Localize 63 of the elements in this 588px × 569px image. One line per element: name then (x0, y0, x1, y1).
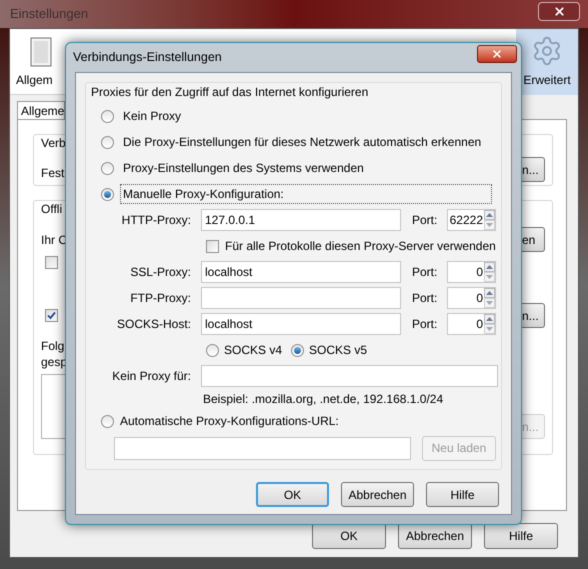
field-label: HTTP-Proxy: (120, 212, 191, 229)
toolbar-tab[interactable]: Erweitert (516, 29, 578, 95)
port-spinner[interactable]: 0 (447, 313, 496, 335)
proxy-host-field[interactable]: 127.0.0.1 (201, 209, 401, 231)
side-button[interactable]: n... (521, 157, 545, 182)
radio-label: SOCKS v4 (224, 342, 282, 359)
group-label: Proxies für den Zugriff auf das Internet konfigurieren (90, 84, 370, 101)
close-icon (491, 48, 503, 60)
option-text: Fest (41, 165, 64, 181)
checkbox-label: Für alle Protokolle diesen Proxy-Server verwenden (225, 238, 496, 255)
window-button[interactable]: Hilfe (484, 523, 558, 549)
dialog-title: Verbindungs-Einstellungen (73, 49, 223, 66)
radio-label: Automatische Proxy-Konfigurations-URL: (120, 413, 339, 430)
close-button[interactable] (477, 44, 517, 62)
dialog-button[interactable]: Hilfe (426, 482, 499, 507)
radio-button[interactable] (206, 344, 219, 356)
no-proxy-field[interactable] (201, 365, 498, 387)
port-spinner[interactable]: 0 (447, 261, 496, 283)
field-label: Port: (412, 212, 438, 229)
window-icon (30, 37, 52, 67)
close-button[interactable] (538, 2, 580, 20)
field-label: FTP-Proxy: (129, 290, 191, 307)
field-label: Kein Proxy für: (111, 368, 191, 385)
port-spinner[interactable]: 0 (447, 287, 496, 309)
proxy-host-field[interactable] (201, 287, 401, 309)
radio-button[interactable] (291, 344, 304, 356)
window-button[interactable]: OK (312, 523, 386, 549)
option-text: Offli (41, 201, 64, 217)
proxy-host-field[interactable]: localhost (201, 313, 401, 335)
checkbox[interactable] (45, 256, 58, 269)
proxy-host-field[interactable]: localhost (201, 261, 401, 283)
radio-button[interactable] (101, 162, 114, 174)
hint-text: Beispiel: .mozilla.org, .net.de, 192.168.1.0/24 (203, 391, 444, 408)
dialog-button[interactable]: OK (256, 482, 329, 507)
window-button[interactable]: Abbrechen (398, 523, 472, 549)
field-label: Port: (412, 316, 438, 333)
option-text: Folg (41, 338, 64, 354)
field-label: Port: (412, 290, 438, 307)
radio-label: Manuelle Proxy-Konfiguration: (120, 184, 492, 204)
window-title: Einstellungen (10, 5, 90, 24)
url-field[interactable] (114, 436, 411, 460)
side-button[interactable]: n... (521, 303, 545, 328)
gear-icon (531, 35, 563, 67)
radio-button[interactable] (101, 110, 114, 122)
radio-button[interactable] (101, 136, 114, 148)
radio-button[interactable] (101, 414, 114, 428)
field-label: SOCKS-Host: (116, 316, 191, 333)
radio-label: SOCKS v5 (309, 342, 368, 359)
radio-button[interactable] (101, 188, 114, 200)
side-button[interactable]: en (521, 227, 545, 252)
close-icon (552, 4, 566, 18)
option-text: Verb (41, 135, 66, 151)
dialog-button[interactable]: Abbrechen (341, 482, 414, 507)
panel-tab[interactable]: Allgeme (17, 101, 65, 119)
radio-label: Die Proxy-Einstellungen für dieses Netzwerk automatisch erkennen (122, 134, 482, 151)
field-label: SSL-Proxy: (129, 264, 191, 281)
field-label: Port: (412, 264, 438, 281)
toolbar-tab[interactable]: Allgem (10, 29, 66, 95)
port-spinner[interactable]: 62222 (447, 209, 496, 231)
checkbox[interactable] (206, 240, 219, 252)
radio-label: Kein Proxy (122, 108, 182, 125)
radio-label: Proxy-Einstellungen des Systems verwenden (122, 160, 365, 177)
checkbox[interactable] (45, 309, 58, 322)
